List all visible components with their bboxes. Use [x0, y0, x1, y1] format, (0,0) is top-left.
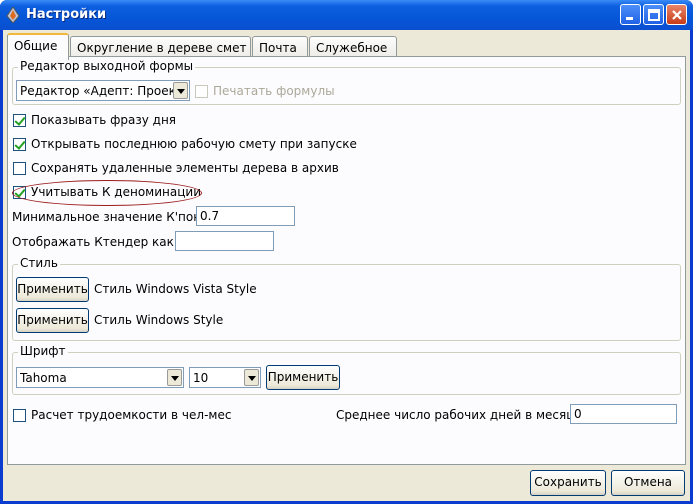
windows-style-label: Стиль Windows Style	[94, 313, 224, 327]
checkbox-box[interactable]	[13, 408, 26, 422]
print-formulas-label: Печатать формулы	[213, 84, 335, 98]
chevron-down-icon[interactable]	[167, 369, 182, 386]
editor-select-value: Редактор «Адепт: Проект»	[20, 84, 174, 98]
apply-windows-style-button[interactable]: Применить	[16, 308, 89, 333]
checkbox-label: Показывать фразу дня	[31, 113, 177, 127]
ktender-input[interactable]	[175, 231, 274, 251]
tab-label: Почта	[259, 41, 297, 55]
cancel-button[interactable]: Отмена	[611, 470, 685, 496]
checkbox-box[interactable]	[195, 84, 208, 98]
checkbox-label: Сохранять удаленные элементы дерева в ар…	[31, 161, 339, 175]
editor-select[interactable]: Редактор «Адепт: Проект»	[16, 80, 190, 101]
tab-label: Общие	[14, 39, 58, 53]
annotation-oval	[12, 180, 202, 206]
chevron-down-icon[interactable]	[173, 82, 188, 99]
tab-label: Округление в дереве смет	[77, 41, 247, 55]
font-size-select[interactable]: 10	[189, 367, 261, 388]
checkbox-box[interactable]	[13, 137, 26, 151]
archive-deleted-checkbox[interactable]: Сохранять удаленные элементы дерева в ар…	[13, 161, 339, 175]
save-button[interactable]: Сохранить	[530, 470, 606, 496]
apply-font-button[interactable]: Применить	[266, 365, 340, 390]
checkbox-label: Расчет трудоемкости в чел-мес	[31, 408, 232, 422]
chevron-down-icon[interactable]	[244, 369, 259, 386]
tab-label: Служебное	[316, 41, 388, 55]
app-diamond-icon	[6, 7, 20, 23]
settings-window: Настройки Общие Округление в дереве смет…	[0, 0, 693, 504]
vista-style-label: Стиль Windows Vista Style	[94, 282, 257, 296]
print-formulas-checkbox[interactable]: Печатать формулы	[195, 84, 335, 98]
title-bar[interactable]: Настройки	[0, 0, 693, 30]
checkbox-label: Открывать последнюю рабочую смету при за…	[31, 137, 357, 151]
minimize-button[interactable]	[620, 4, 641, 25]
font-size-value: 10	[193, 371, 209, 385]
min-kpon-label: Минимальное значение К'пон:	[12, 210, 206, 224]
font-name-value: Tahoma	[20, 371, 67, 385]
tab-rounding[interactable]: Округление в дереве смет	[70, 36, 251, 58]
close-icon	[672, 10, 682, 20]
work-days-input[interactable]: 0	[570, 404, 677, 424]
ktender-label: Отображать Ктендер как К	[12, 235, 187, 249]
font-group: Шрифт Tahoma 10 Применить	[12, 344, 681, 395]
tab-service[interactable]: Служебное	[309, 36, 397, 58]
checkbox-box[interactable]	[13, 113, 26, 127]
style-group-label: Стиль	[18, 256, 60, 270]
min-kpon-input[interactable]: 0.7	[196, 206, 295, 226]
show-phrase-checkbox[interactable]: Показывать фразу дня	[13, 113, 176, 127]
open-last-estimate-checkbox[interactable]: Открывать последнюю рабочую смету при за…	[13, 137, 357, 151]
output-form-group-label: Редактор выходной формы	[18, 59, 196, 73]
maximize-icon	[648, 9, 660, 21]
output-form-group: Редактор выходной формы Редактор «Адепт:…	[12, 59, 681, 105]
general-tab-panel: Редактор выходной формы Редактор «Адепт:…	[7, 56, 686, 465]
dialog-client-area: Общие Округление в дереве смет Почта Слу…	[3, 30, 690, 501]
minimize-icon	[626, 17, 633, 20]
checkbox-box[interactable]	[13, 161, 26, 175]
work-days-label: Среднее число рабочих дней в месяце	[336, 408, 582, 422]
tab-mail[interactable]: Почта	[252, 36, 308, 58]
font-name-select[interactable]: Tahoma	[16, 367, 184, 388]
close-button[interactable]	[666, 4, 687, 25]
maximize-button[interactable]	[643, 4, 664, 25]
tab-general[interactable]: Общие	[7, 33, 69, 60]
window-title: Настройки	[26, 7, 107, 22]
apply-vista-style-button[interactable]: Применить	[16, 277, 89, 302]
style-group: Стиль Применить Стиль Windows Vista Styl…	[12, 256, 681, 341]
labor-intensity-checkbox[interactable]: Расчет трудоемкости в чел-мес	[13, 408, 231, 422]
font-group-label: Шрифт	[18, 344, 68, 358]
